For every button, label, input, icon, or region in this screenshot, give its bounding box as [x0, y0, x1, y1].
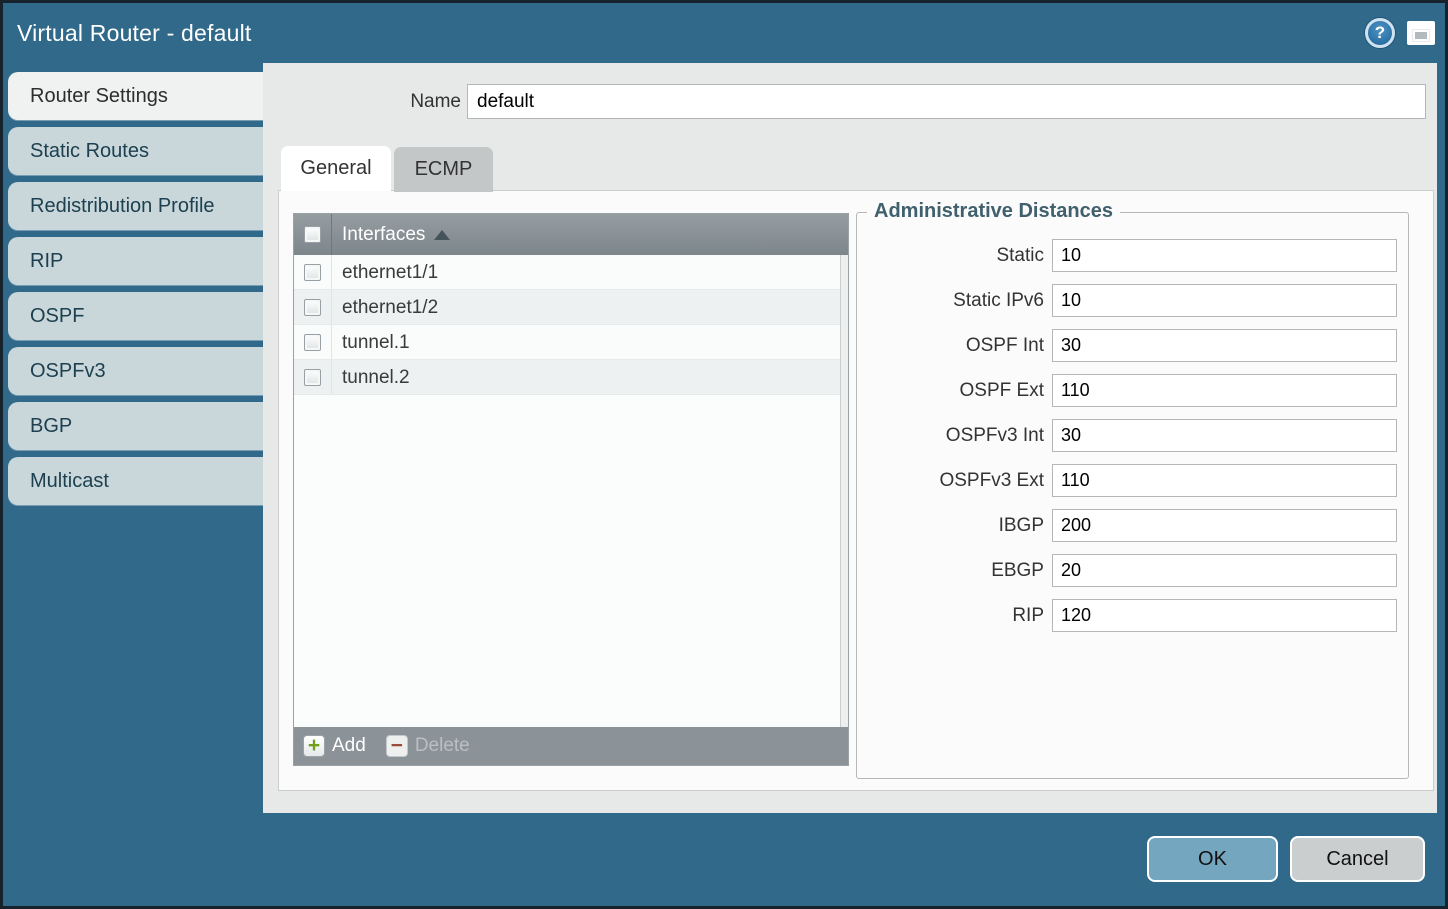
- ibgp-label: IBGP: [999, 515, 1044, 537]
- field-row: OSPFv3 Int: [857, 419, 1397, 452]
- title-bar: Virtual Router - default ?: [3, 3, 1445, 63]
- field-row: OSPF Int: [857, 329, 1397, 362]
- interfaces-header-label: Interfaces: [342, 224, 425, 245]
- ospfv3-ext-input[interactable]: [1052, 464, 1397, 497]
- static-ipv6-input[interactable]: [1052, 284, 1397, 317]
- add-button-label: Add: [332, 735, 366, 757]
- table-row[interactable]: ethernet1/2: [294, 290, 840, 325]
- ebgp-label: EBGP: [991, 560, 1044, 582]
- select-all-cell: [294, 214, 332, 255]
- interfaces-column-header: Interfaces: [332, 214, 450, 255]
- virtual-router-dialog: Virtual Router - default ? Router Settin…: [0, 0, 1448, 909]
- sidebar-item-multicast[interactable]: Multicast: [8, 457, 263, 505]
- static-input[interactable]: [1052, 239, 1397, 272]
- field-row: OSPF Ext: [857, 374, 1397, 407]
- table-scrollbar[interactable]: [840, 255, 848, 727]
- sidebar: Router Settings Static Routes Redistribu…: [3, 63, 263, 906]
- field-row: Static IPv6: [857, 284, 1397, 317]
- row-checkbox[interactable]: [304, 264, 321, 281]
- ospfv3-int-input[interactable]: [1052, 419, 1397, 452]
- interface-name: ethernet1/1: [332, 255, 438, 289]
- field-row: OSPFv3 Ext: [857, 464, 1397, 497]
- select-all-checkbox[interactable]: [304, 226, 321, 243]
- ok-button[interactable]: OK: [1147, 836, 1278, 882]
- rip-input[interactable]: [1052, 599, 1397, 632]
- title-bar-icons: ?: [1365, 3, 1435, 63]
- window-restore-glyph: [1413, 30, 1429, 41]
- ebgp-input[interactable]: [1052, 554, 1397, 587]
- add-button[interactable]: + Add: [303, 735, 366, 757]
- dialog-body: Virtual Router - default ? Router Settin…: [3, 3, 1445, 906]
- window-restore-icon[interactable]: [1407, 21, 1435, 45]
- static-ipv6-label: Static IPv6: [953, 290, 1044, 312]
- delete-button-label: Delete: [415, 735, 470, 757]
- ospfv3-int-label: OSPFv3 Int: [946, 425, 1044, 447]
- row-checkbox[interactable]: [304, 369, 321, 386]
- administrative-distances-fieldset: Administrative Distances Static Static I…: [856, 212, 1409, 779]
- rip-label: RIP: [1012, 605, 1044, 627]
- field-row: RIP: [857, 599, 1397, 632]
- row-checkbox-cell: [294, 255, 332, 289]
- field-row: EBGP: [857, 554, 1397, 587]
- sort-ascending-icon: [434, 230, 450, 240]
- administrative-distances-legend: Administrative Distances: [867, 200, 1120, 223]
- name-input[interactable]: [467, 84, 1426, 119]
- sidebar-item-ospf[interactable]: OSPF: [8, 292, 263, 340]
- content-panel: Name General ECMP Interfaces: [263, 63, 1437, 813]
- static-label: Static: [996, 245, 1044, 267]
- field-row: Static: [857, 239, 1397, 272]
- sidebar-item-static-routes[interactable]: Static Routes: [8, 127, 263, 175]
- interfaces-table-body: ethernet1/1 ethernet1/2 tunnel.1 tu: [294, 255, 840, 727]
- dialog-title: Virtual Router - default: [17, 3, 252, 63]
- row-checkbox[interactable]: [304, 299, 321, 316]
- row-checkbox-cell: [294, 290, 332, 324]
- sidebar-item-bgp[interactable]: BGP: [8, 402, 263, 450]
- sidebar-item-router-settings[interactable]: Router Settings: [8, 72, 263, 120]
- row-checkbox[interactable]: [304, 334, 321, 351]
- sidebar-item-redistribution-profile[interactable]: Redistribution Profile: [8, 182, 263, 230]
- interface-name: tunnel.2: [332, 360, 410, 394]
- field-row: IBGP: [857, 509, 1397, 542]
- table-row[interactable]: tunnel.2: [294, 360, 840, 395]
- interfaces-table-header[interactable]: Interfaces: [294, 214, 848, 255]
- delete-minus-icon: −: [386, 735, 408, 757]
- interface-name: ethernet1/2: [332, 290, 438, 324]
- row-checkbox-cell: [294, 360, 332, 394]
- delete-button[interactable]: − Delete: [386, 735, 470, 757]
- table-row[interactable]: ethernet1/1: [294, 255, 840, 290]
- interfaces-table: Interfaces ethernet1/1 ethernet1/2: [293, 213, 849, 766]
- ospf-int-input[interactable]: [1052, 329, 1397, 362]
- ospf-ext-input[interactable]: [1052, 374, 1397, 407]
- interface-name: tunnel.1: [332, 325, 410, 359]
- cancel-button[interactable]: Cancel: [1290, 836, 1425, 882]
- general-tab-panel: Interfaces ethernet1/1 ethernet1/2: [278, 190, 1434, 791]
- ospf-int-label: OSPF Int: [966, 335, 1044, 357]
- table-row[interactable]: tunnel.1: [294, 325, 840, 360]
- ibgp-input[interactable]: [1052, 509, 1397, 542]
- tab-ecmp[interactable]: ECMP: [394, 147, 493, 192]
- row-checkbox-cell: [294, 325, 332, 359]
- administrative-distances-rows: Static Static IPv6 OSPF Int OSPF Ex: [857, 239, 1408, 644]
- ospf-ext-label: OSPF Ext: [960, 380, 1044, 402]
- help-icon[interactable]: ?: [1365, 18, 1395, 48]
- name-label: Name: [401, 84, 461, 119]
- table-footer: + Add − Delete: [294, 727, 848, 765]
- add-plus-icon: +: [303, 735, 325, 757]
- tab-general[interactable]: General: [281, 146, 391, 191]
- sidebar-item-rip[interactable]: RIP: [8, 237, 263, 285]
- sidebar-item-ospfv3[interactable]: OSPFv3: [8, 347, 263, 395]
- ospfv3-ext-label: OSPFv3 Ext: [939, 470, 1044, 492]
